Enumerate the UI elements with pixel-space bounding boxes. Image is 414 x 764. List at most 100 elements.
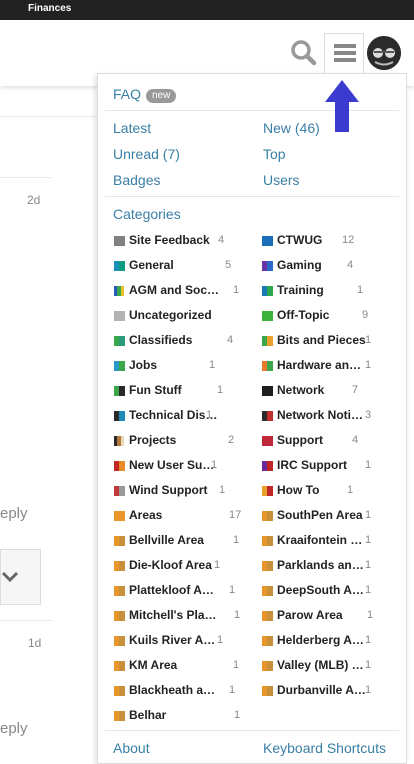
categories-heading[interactable]: Categories <box>113 206 181 222</box>
category-color-swatch <box>114 261 125 271</box>
faq-link[interactable]: FAQ <box>113 86 141 102</box>
category-count: 1 <box>233 284 240 296</box>
top-link[interactable]: Top <box>263 146 286 162</box>
category-name: Fun Stuff <box>129 383 182 397</box>
category-item[interactable]: Fun Stuff 1 <box>114 382 262 400</box>
category-count: 1 <box>347 484 354 496</box>
category-item[interactable]: How To 1 <box>262 482 410 500</box>
post-time: 2d <box>27 193 41 207</box>
category-item[interactable]: Kuils River A… 1 <box>114 632 262 650</box>
category-item[interactable]: Hardware an… 1 <box>262 357 410 375</box>
category-name: Network Noti… <box>277 408 364 422</box>
latest-link[interactable]: Latest <box>113 120 151 136</box>
about-link[interactable]: About <box>113 740 150 756</box>
search-icon[interactable] <box>289 38 319 68</box>
category-count: 1 <box>229 584 236 596</box>
category-color-swatch <box>262 261 273 271</box>
category-item[interactable]: Off-Topic 9 <box>262 307 410 325</box>
category-item[interactable]: Helderberg A… 1 <box>262 632 410 650</box>
category-item[interactable]: Blackheath a… 1 <box>114 682 262 700</box>
category-item[interactable]: Training 1 <box>262 282 410 300</box>
category-name: DeepSouth A… <box>277 583 364 597</box>
reply-link[interactable]: eply <box>0 720 28 737</box>
category-color-swatch <box>262 361 273 371</box>
category-item[interactable]: Valley (MLB) … 1 <box>262 657 410 675</box>
category-item[interactable]: Uncategorized <box>114 307 262 325</box>
category-count: 1 <box>234 609 241 621</box>
category-color-swatch <box>262 386 273 396</box>
category-color-swatch <box>262 561 273 571</box>
category-item[interactable]: Mitchell's Pla… 1 <box>114 607 262 625</box>
category-item[interactable]: Bits and Pieces 1 <box>262 332 410 350</box>
category-item[interactable]: New User Su… 1 <box>114 457 262 475</box>
category-color-swatch <box>114 561 125 571</box>
category-count: 1 <box>365 684 372 696</box>
category-count: 1 <box>365 659 372 671</box>
category-color-swatch <box>114 411 125 421</box>
category-count: 1 <box>365 459 372 471</box>
category-item[interactable]: IRC Support 1 <box>262 457 410 475</box>
category-name: Plattekloof A… <box>129 583 214 597</box>
category-item[interactable]: Plattekloof A… 1 <box>114 582 262 600</box>
category-name: Projects <box>129 433 177 447</box>
category-name: CTWUG <box>277 233 323 247</box>
category-item[interactable]: Wind Support 1 <box>114 482 262 500</box>
unread-link[interactable]: Unread (7) <box>113 146 180 162</box>
category-count: 4 <box>227 334 234 346</box>
category-item[interactable]: Kraaifontein … 1 <box>262 532 410 550</box>
category-name: Parklands an… <box>277 558 364 572</box>
menu-divider <box>105 730 399 731</box>
category-count: 1 <box>214 559 221 571</box>
category-count: 1 <box>365 559 372 571</box>
category-item[interactable]: KM Area 1 <box>114 657 262 675</box>
category-color-swatch <box>114 461 125 471</box>
category-name: Die-Kloof Area <box>129 558 212 572</box>
category-count: 1 <box>233 534 240 546</box>
category-item[interactable]: Parow Area 1 <box>262 607 410 625</box>
category-item[interactable]: Network Noti… 3 <box>262 407 410 425</box>
category-item[interactable]: CTWUG 12 <box>262 232 410 250</box>
category-color-swatch <box>262 686 273 696</box>
bg-divider <box>0 620 52 621</box>
category-color-swatch <box>262 411 273 421</box>
category-item[interactable]: Technical Dis… 1 <box>114 407 262 425</box>
category-color-swatch <box>114 236 125 246</box>
category-item[interactable]: Parklands an… 1 <box>262 557 410 575</box>
category-item[interactable]: Areas 17 <box>114 507 262 525</box>
category-item[interactable]: SouthPen Area 1 <box>262 507 410 525</box>
category-color-swatch <box>262 536 273 546</box>
category-name: How To <box>277 483 320 497</box>
category-item[interactable]: Classifieds 4 <box>114 332 262 350</box>
category-item[interactable]: DeepSouth A… 1 <box>262 582 410 600</box>
category-name: Wind Support <box>129 483 208 497</box>
category-item[interactable]: Jobs 1 <box>114 357 262 375</box>
chevron-down-icon <box>1 571 19 583</box>
reply-link[interactable]: eply <box>0 505 28 522</box>
category-item[interactable]: General 5 <box>114 257 262 275</box>
category-item[interactable]: Support 4 <box>262 432 410 450</box>
category-color-swatch <box>114 611 125 621</box>
category-item[interactable]: Die-Kloof Area 1 <box>114 557 262 575</box>
category-item[interactable]: Durbanville A… 1 <box>262 682 410 700</box>
category-item[interactable]: AGM and Soc… 1 <box>114 282 262 300</box>
category-item[interactable]: Bellville Area 1 <box>114 532 262 550</box>
users-link[interactable]: Users <box>263 172 300 188</box>
new-link[interactable]: New (46) <box>263 120 320 136</box>
category-item[interactable]: Gaming 4 <box>262 257 410 275</box>
badges-link[interactable]: Badges <box>113 172 160 188</box>
category-item[interactable]: Belhar 1 <box>114 707 262 725</box>
category-count: 4 <box>218 234 225 246</box>
category-name: Network <box>277 383 325 397</box>
category-item[interactable]: Projects 2 <box>114 432 262 450</box>
category-color-swatch <box>114 536 125 546</box>
category-name: Kraaifontein … <box>277 533 363 547</box>
category-item[interactable]: Network 7 <box>262 382 410 400</box>
category-item[interactable]: Site Feedback 4 <box>114 232 262 250</box>
category-color-swatch <box>114 361 125 371</box>
keyboard-shortcuts-link[interactable]: Keyboard Shortcuts <box>263 740 386 756</box>
category-name: Training <box>277 283 324 297</box>
category-name: Belhar <box>129 708 167 722</box>
user-avatar[interactable] <box>367 36 401 70</box>
category-count: 9 <box>362 309 369 321</box>
expand-button[interactable] <box>0 549 41 605</box>
